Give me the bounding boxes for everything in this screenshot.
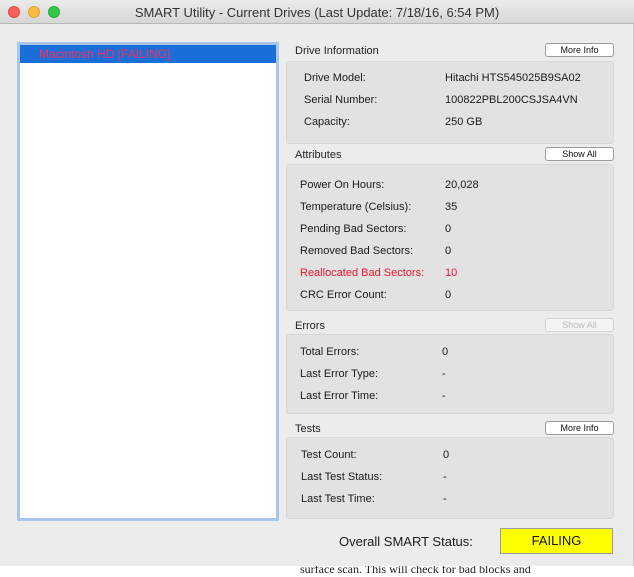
drive-item-label: Macintosh HD [FAILING] — [39, 47, 171, 61]
drive-model-value: Hitachi HTS545025B9SA02 — [445, 72, 581, 84]
total-errors-label: Total Errors: — [300, 346, 360, 358]
drive-information-group: Drive Model: Hitachi HTS545025B9SA02 Ser… — [286, 61, 614, 144]
serial-number-label: Serial Number: — [304, 94, 378, 106]
pending-bad-sectors-label: Pending Bad Sectors: — [300, 223, 407, 235]
overall-smart-status-label: Overall SMART Status: — [339, 534, 473, 549]
attributes-group: Power On Hours: 20,028 Temperature (Cels… — [286, 164, 614, 311]
errors-show-all-button[interactable]: Show All — [545, 318, 614, 332]
capacity-value: 250 GB — [445, 116, 483, 128]
overall-smart-status-badge: FAILING — [500, 528, 613, 554]
crc-error-count-label: CRC Error Count: — [300, 289, 387, 301]
temperature-value: 35 — [445, 201, 458, 213]
attributes-show-all-button[interactable]: Show All — [545, 147, 614, 161]
last-error-time-label: Last Error Time: — [300, 390, 379, 402]
test-count-value: 0 — [443, 449, 450, 461]
last-test-status-value: - — [443, 471, 447, 483]
removed-bad-sectors-value: 0 — [445, 245, 452, 257]
drive-information-heading: Drive Information — [295, 45, 379, 57]
tests-heading: Tests — [295, 423, 321, 435]
temperature-label: Temperature (Celsius): — [300, 201, 412, 213]
capacity-label: Capacity: — [304, 116, 350, 128]
test-count-label: Test Count: — [301, 449, 357, 461]
pending-bad-sectors-value: 0 — [445, 223, 452, 235]
errors-heading: Errors — [295, 320, 325, 332]
power-on-hours-label: Power On Hours: — [300, 179, 385, 191]
drive-item-macintosh-hd[interactable]: Macintosh HD [FAILING] — [20, 45, 276, 63]
window-title: SMART Utility - Current Drives (Last Upd… — [134, 5, 500, 20]
errors-group: Total Errors: 0 Last Error Type: - Last … — [286, 334, 614, 414]
last-test-time-label: Last Test Time: — [301, 493, 375, 505]
tests-group: Test Count: 0 Last Test Status: - Last T… — [286, 437, 614, 519]
last-error-type-value: - — [442, 368, 446, 380]
last-test-time-value: - — [443, 493, 447, 505]
last-test-status-label: Last Test Status: — [301, 471, 383, 483]
serial-number-value: 100822PBL200CSJSA4VN — [445, 94, 578, 106]
power-on-hours-value: 20,028 — [445, 179, 479, 191]
drive-model-label: Drive Model: — [304, 72, 366, 84]
title-bar[interactable]: SMART Utility - Current Drives (Last Upd… — [0, 0, 634, 24]
drive-more-info-button[interactable]: More Info — [545, 43, 614, 57]
last-error-type-label: Last Error Type: — [300, 368, 379, 380]
removed-bad-sectors-label: Removed Bad Sectors: — [300, 245, 414, 257]
crc-error-count-value: 0 — [445, 289, 452, 301]
drive-list[interactable]: Macintosh HD [FAILING] — [17, 42, 279, 521]
reallocated-bad-sectors-value: 10 — [445, 267, 458, 279]
tests-more-info-button[interactable]: More Info — [545, 421, 614, 435]
smart-utility-window: SMART Utility - Current Drives (Last Upd… — [0, 0, 634, 566]
last-error-time-value: - — [442, 390, 446, 402]
attributes-heading: Attributes — [295, 149, 342, 161]
reallocated-bad-sectors-label: Reallocated Bad Sectors: — [300, 267, 425, 279]
total-errors-value: 0 — [442, 346, 449, 358]
